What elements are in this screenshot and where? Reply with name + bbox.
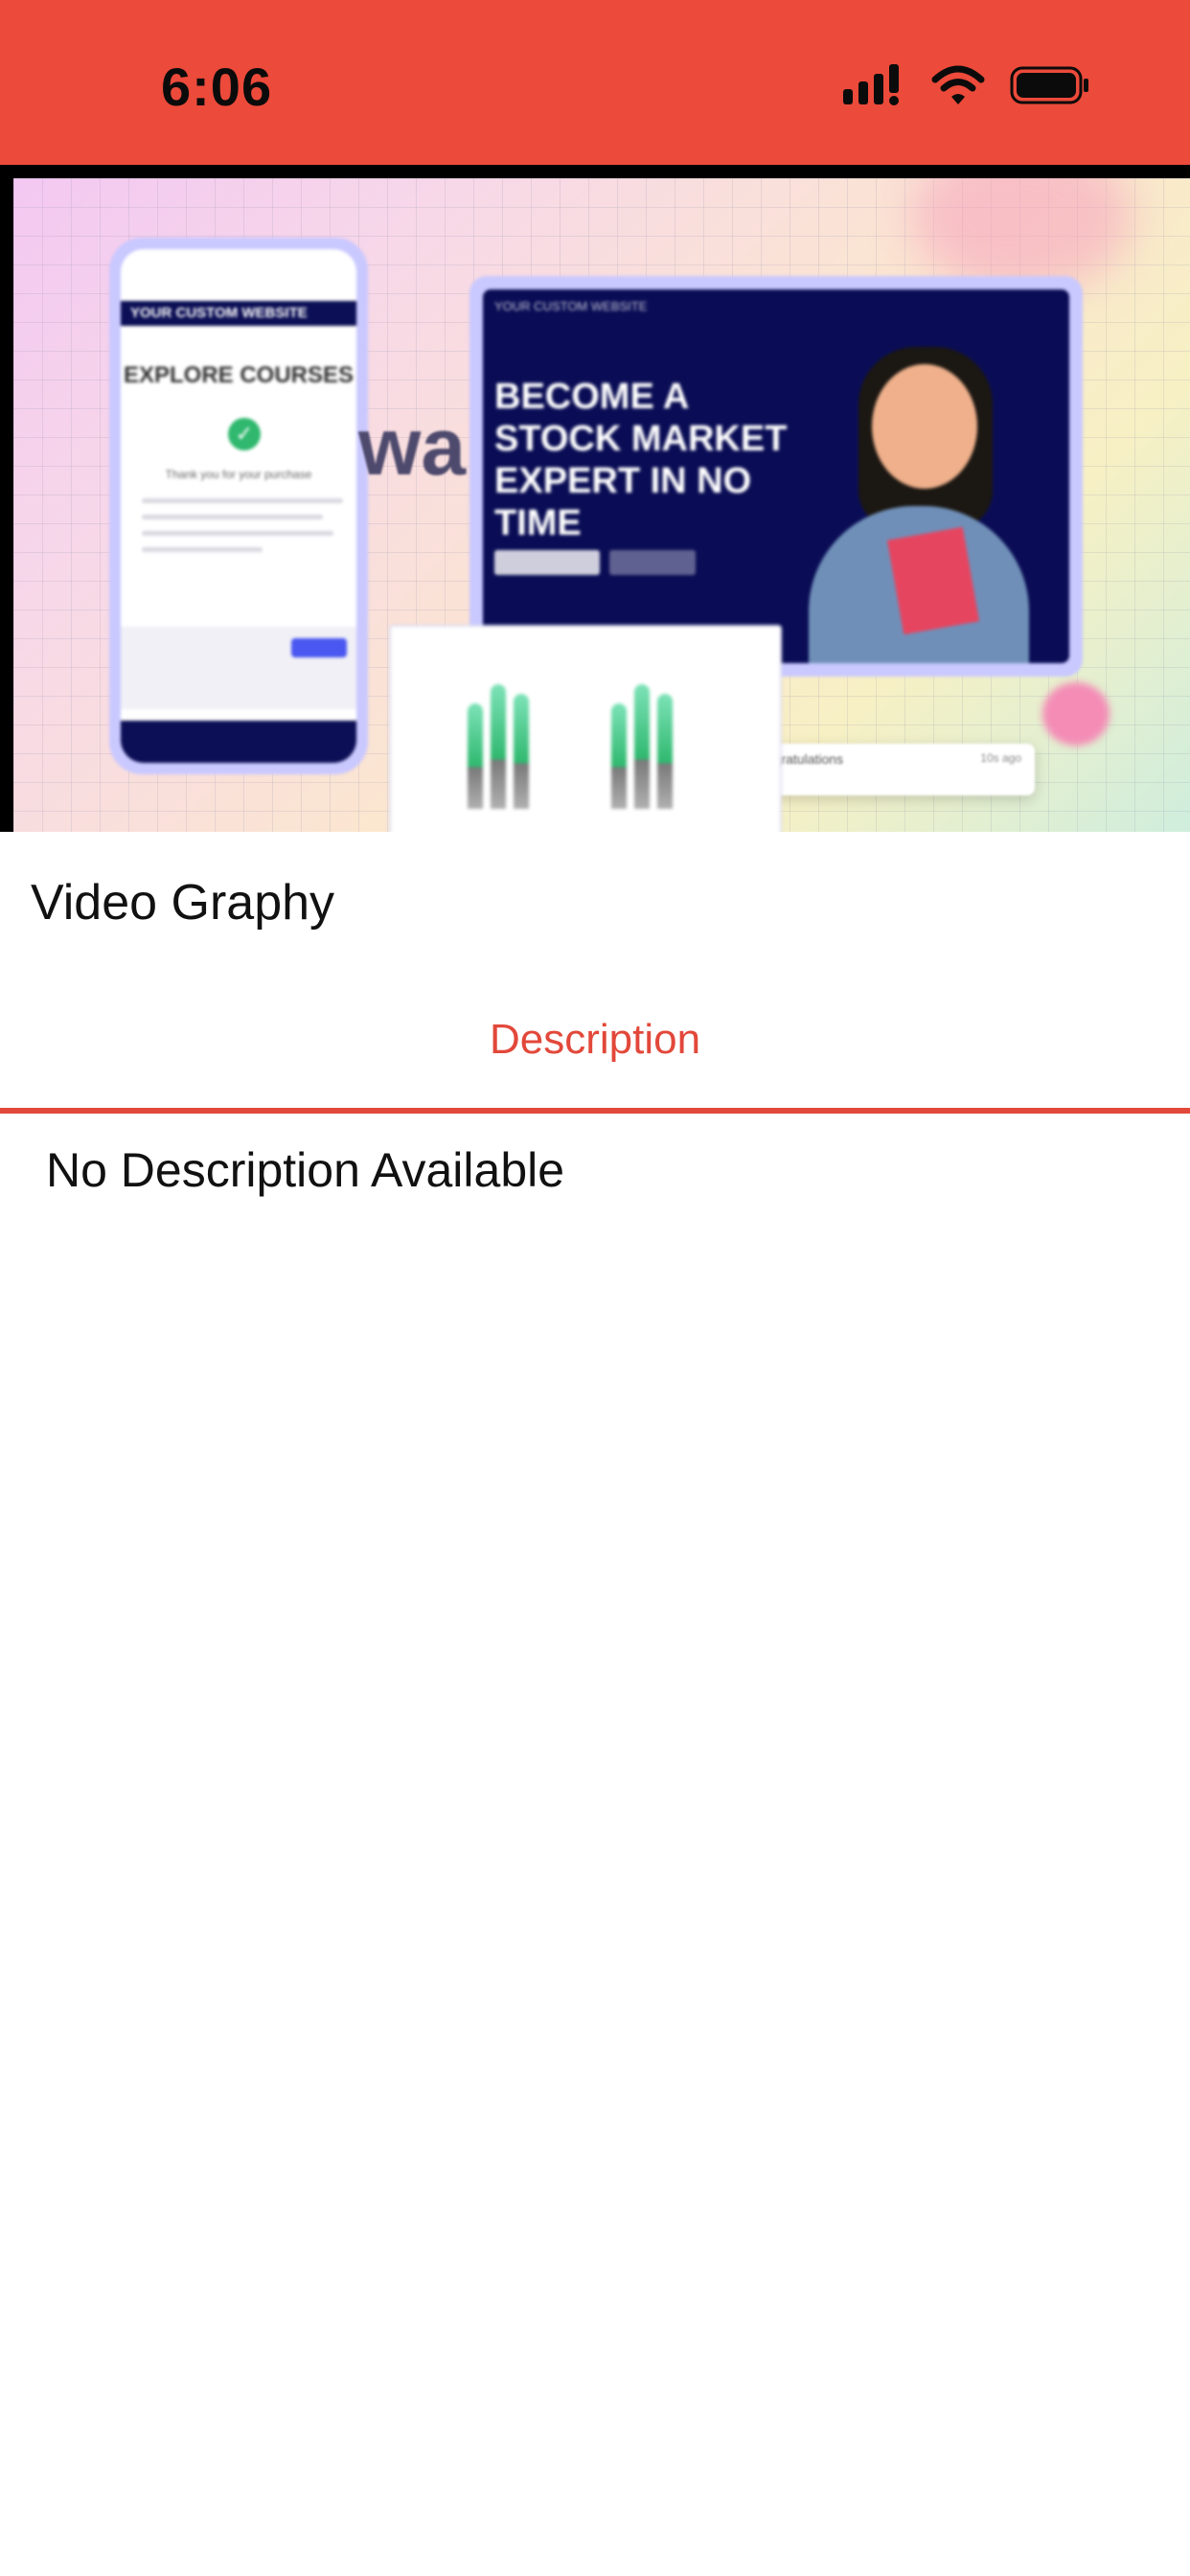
tab-description[interactable]: Description xyxy=(0,1016,1190,1064)
status-bar: 6:06 xyxy=(0,0,1190,165)
phone-mockup: YOUR CUSTOM WEBSITE EXPLORE COURSES ✓ Th… xyxy=(109,238,368,774)
signal-icon xyxy=(843,63,906,111)
overlay-text: wa xyxy=(358,402,467,492)
desktop-headline: BECOME A STOCK MARKET EXPERT IN NO TIME xyxy=(494,377,788,543)
decorative-dot xyxy=(1042,682,1110,746)
status-icons xyxy=(843,63,1090,111)
desktop-secondary-button xyxy=(609,550,696,575)
description-text: No Description Available xyxy=(46,1143,565,1197)
course-thumbnail: YOUR CUSTOM WEBSITE EXPLORE COURSES ✓ Th… xyxy=(13,178,1190,832)
course-title: Video Graphy xyxy=(31,875,335,931)
phone-screen: YOUR CUSTOM WEBSITE EXPLORE COURSES ✓ Th… xyxy=(121,249,356,763)
wifi-icon xyxy=(931,64,985,111)
toast-time: 10s ago xyxy=(980,751,1021,765)
desktop-screen: YOUR CUSTOM WEBSITE BECOME A STOCK MARKE… xyxy=(483,289,1069,663)
tab-indicator xyxy=(0,1108,1190,1114)
stat-card xyxy=(389,625,782,832)
illustration-book xyxy=(886,526,980,635)
phone-button xyxy=(291,638,347,657)
phone-text-lines xyxy=(142,498,343,564)
status-time: 6:06 xyxy=(161,57,273,117)
phone-header: YOUR CUSTOM WEBSITE xyxy=(121,301,356,326)
bar-group xyxy=(468,675,554,809)
bar-group xyxy=(611,675,698,809)
course-media[interactable]: YOUR CUSTOM WEBSITE EXPLORE COURSES ✓ Th… xyxy=(0,165,1190,832)
desktop-primary-button xyxy=(494,550,600,575)
battery-icon xyxy=(1010,64,1090,111)
illustration-face xyxy=(872,364,977,489)
check-icon: ✓ xyxy=(228,418,261,450)
phone-title: EXPLORE COURSES xyxy=(123,362,355,388)
desktop-nav: YOUR CUSTOM WEBSITE xyxy=(494,299,648,313)
phone-nav-bar xyxy=(121,721,356,763)
desktop-mockup: YOUR CUSTOM WEBSITE BECOME A STOCK MARKE… xyxy=(469,276,1083,677)
phone-thanks-text: Thank you for your purchase xyxy=(165,468,312,481)
